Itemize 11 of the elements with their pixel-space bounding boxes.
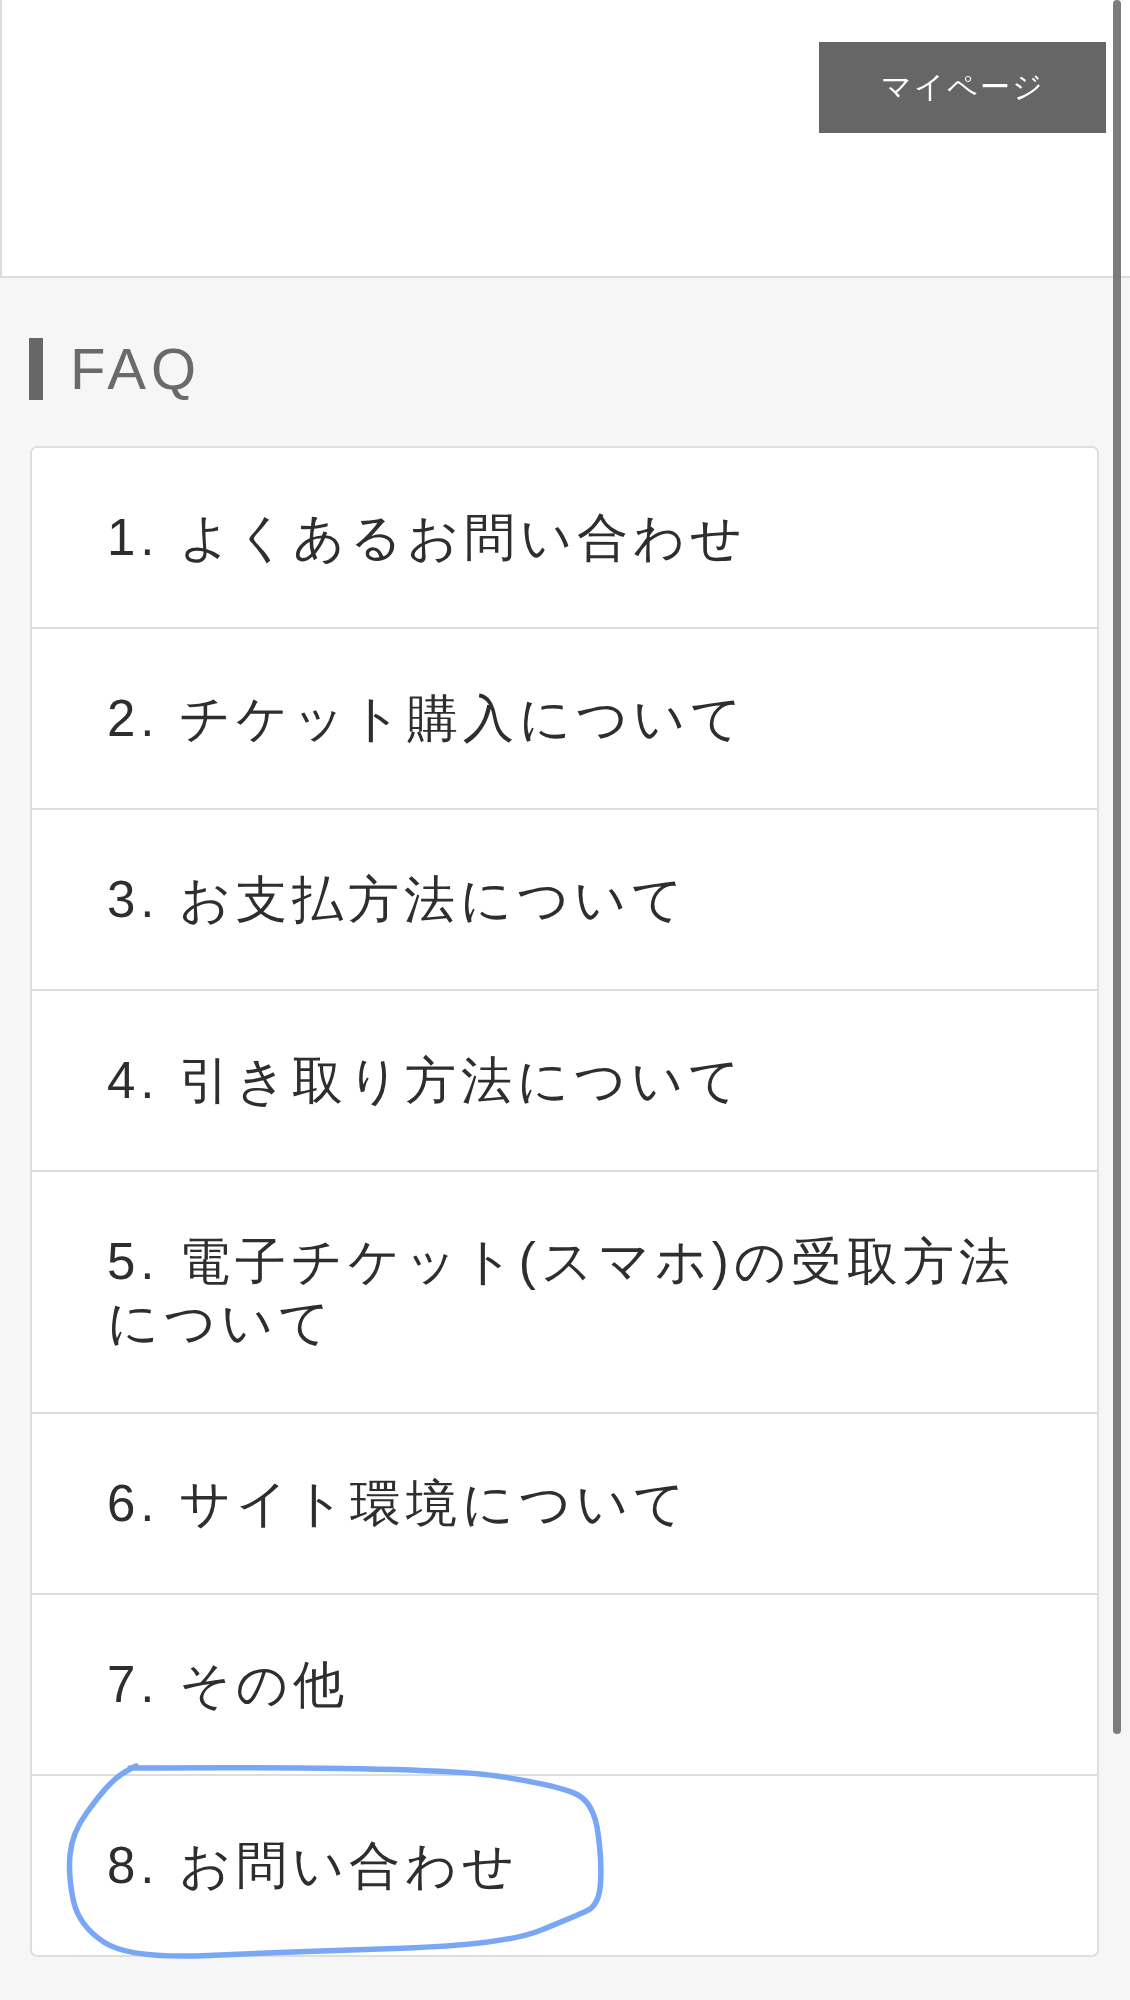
faq-link[interactable]: 8. お問い合わせ <box>32 1776 1097 1955</box>
faq-link[interactable]: 4. 引き取り方法について <box>32 991 1097 1170</box>
scrollbar-thumb[interactable] <box>1113 0 1121 1734</box>
faq-link[interactable]: 6. サイト環境について <box>32 1414 1097 1593</box>
faq-link[interactable]: 5. 電子チケット(スマホ)の受取方法について <box>32 1172 1097 1412</box>
faq-heading: FAQ <box>29 338 240 400</box>
faq-link[interactable]: 3. お支払方法について <box>32 810 1097 989</box>
faq-link[interactable]: 1. よくあるお問い合わせ <box>32 448 1097 627</box>
mypage-button[interactable]: マイページ <box>819 42 1106 133</box>
faq-link[interactable]: 2. チケット購入について <box>32 629 1097 808</box>
faq-link[interactable]: 7. その他 <box>32 1595 1097 1774</box>
